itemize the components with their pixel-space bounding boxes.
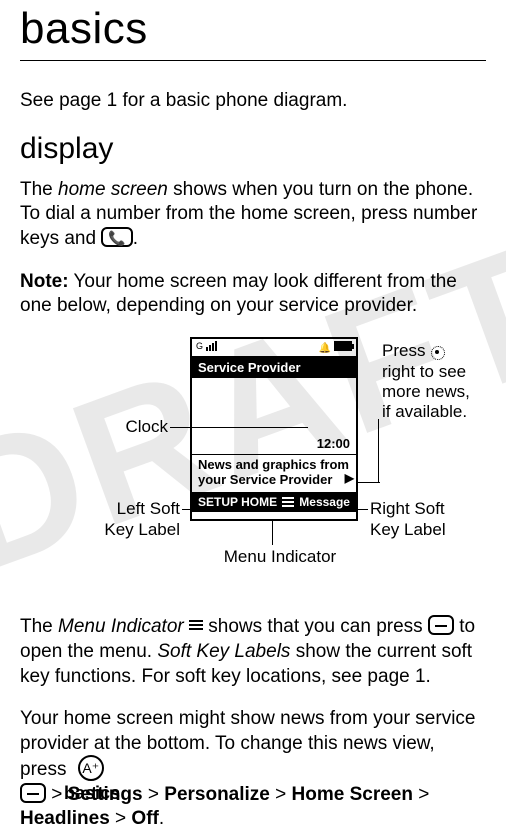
news-line-2: your Service Provider	[198, 472, 332, 487]
callout-press-right: Press right to see more news, if availab…	[382, 341, 506, 423]
breadcrumb-step: Home Screen	[292, 784, 413, 805]
feature-icon: A⁺	[78, 755, 104, 781]
chevron-right-icon: ▶	[345, 472, 354, 486]
leader-line	[170, 427, 308, 428]
breadcrumb-step: Headlines	[20, 808, 110, 829]
breadcrumb-separator: >	[51, 784, 67, 805]
call-key-icon: 📞	[101, 227, 132, 247]
leader-line	[272, 521, 273, 545]
breadcrumb-step: Off	[131, 808, 158, 829]
note-label: Note:	[20, 271, 69, 292]
screen-middle-area: 12:00	[192, 378, 356, 454]
text-fragment: Press	[382, 341, 430, 360]
breadcrumb-separator: >	[418, 784, 429, 805]
text-fragment: Key Label	[370, 520, 446, 539]
page-title: basics	[20, 0, 486, 61]
home-screen-diagram: G 🔔 Service Provider 12:00 News and grap…	[20, 337, 486, 587]
callout-right-softkey: Right Soft Key Label	[370, 499, 500, 540]
section-heading: display	[20, 132, 486, 166]
breadcrumb-separator: >	[115, 808, 131, 829]
leader-line	[358, 509, 368, 510]
breadcrumb-step: Personalize	[164, 784, 270, 805]
term-home-screen: home screen	[58, 179, 168, 200]
text-fragment: .	[159, 808, 164, 829]
note-paragraph: Note: Your home screen may look differen…	[20, 270, 486, 319]
text-fragment: Left Soft	[117, 499, 180, 518]
callout-menu-indicator: Menu Indicator	[200, 547, 360, 567]
text-fragment: The	[20, 616, 58, 637]
note-text: Your home screen may look different from…	[20, 271, 457, 317]
text-fragment: Right Soft	[370, 499, 445, 518]
term-menu-indicator: Menu Indicator	[58, 616, 184, 637]
breadcrumb-separator: >	[148, 784, 164, 805]
leader-line	[182, 509, 190, 510]
menu-key-icon	[428, 615, 454, 635]
right-softkey-label: Message	[299, 495, 350, 509]
news-ticker: News and graphics from your Service Prov…	[192, 455, 356, 492]
menu-indicator-icon	[282, 497, 294, 507]
menu-key-icon	[20, 783, 46, 803]
callout-clock: Clock	[98, 417, 168, 437]
leader-line	[358, 482, 380, 483]
paragraph-news-setting: Your home screen might show news from yo…	[20, 707, 486, 832]
text-fragment: Key Label	[104, 520, 180, 539]
ringer-icon: 🔔	[319, 343, 331, 354]
text-fragment: right to see	[382, 362, 466, 381]
text-fragment: if available.	[382, 402, 467, 421]
menu-lines-icon	[189, 618, 203, 632]
battery-icon	[334, 341, 352, 351]
term-soft-key-labels: Soft Key Labels	[157, 641, 290, 662]
softkey-bar: SETUP HOME Message	[192, 492, 356, 512]
service-provider-row: Service Provider	[192, 357, 356, 378]
breadcrumb-separator: >	[275, 784, 291, 805]
breadcrumb-step: Settings	[68, 784, 143, 805]
paragraph-menu-indicator: The Menu Indicator shows that you can pr…	[20, 615, 486, 689]
paragraph-home-screen: The home screen shows when you turn on t…	[20, 178, 486, 252]
news-line-1: News and graphics from	[198, 457, 349, 472]
left-softkey-label: SETUP HOME	[198, 495, 277, 509]
text-fragment: The	[20, 179, 58, 200]
signal-icon: G	[196, 341, 217, 354]
text-fragment: shows that you can press	[203, 616, 428, 637]
intro-text: See page 1 for a basic phone diagram.	[20, 89, 486, 114]
nav-key-icon	[430, 345, 444, 359]
leader-line	[378, 419, 379, 483]
text-fragment: more news,	[382, 382, 470, 401]
clock-value: 12:00	[317, 436, 350, 451]
status-bar: G 🔔	[192, 339, 356, 357]
callout-left-softkey: Left Soft Key Label	[70, 499, 180, 540]
phone-screen: G 🔔 Service Provider 12:00 News and grap…	[190, 337, 358, 521]
